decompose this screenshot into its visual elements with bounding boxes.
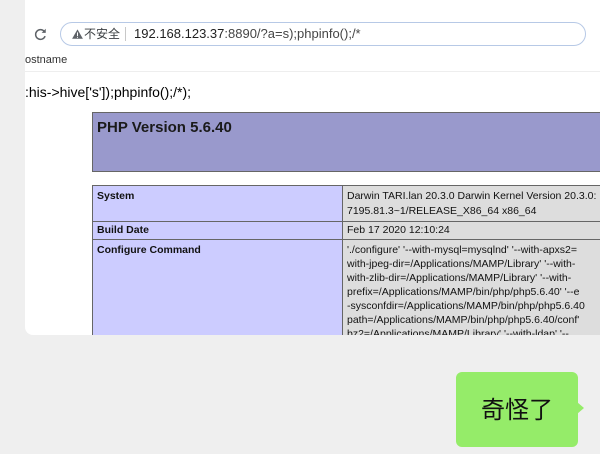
bookmark-item[interactable]: ostname bbox=[25, 53, 67, 67]
value-line: 7195.81.3~1/RELEASE_X86_64 x86_64 bbox=[347, 205, 537, 217]
page-echo-output: :his->hive['s']);phpinfo();/*); bbox=[25, 84, 192, 100]
php-version-title: PHP Version 5.6.40 bbox=[97, 119, 232, 136]
value-line: './configure' '--with-mysql=mysqlnd' '--… bbox=[347, 244, 578, 256]
value-line: Darwin TARI.lan 20.3.0 Darwin Kernel Ver… bbox=[347, 190, 597, 202]
row-label: Configure Command bbox=[93, 240, 343, 335]
value-line: prefix=/Applications/MAMP/bin/php/php5.6… bbox=[347, 286, 580, 298]
value-line: bz2=/Applications/MAMP/Library' '--with-… bbox=[347, 328, 569, 335]
toolbar-divider bbox=[25, 71, 600, 72]
value-line: -sysconfdir=/Applications/MAMP/bin/php/p… bbox=[347, 300, 585, 312]
value-line: path=/Applications/MAMP/bin/php/php5.6.4… bbox=[347, 314, 580, 326]
security-status-label[interactable]: 不安全 bbox=[84, 27, 120, 41]
chat-message-text: 奇怪了 bbox=[481, 395, 553, 424]
php-version-header: PHP Version 5.6.40 bbox=[92, 112, 600, 172]
shared-browser-screenshot[interactable]: 不安全 192.168.123.37:8890/?a=s);phpinfo();… bbox=[25, 0, 600, 335]
row-label: System bbox=[93, 186, 343, 222]
table-row-configure-command: Configure Command './configure' '--with-… bbox=[93, 240, 600, 335]
value-line: with-zlib-dir=/Applications/MAMP/Library… bbox=[347, 272, 572, 284]
row-value: './configure' '--with-mysql=mysqlnd' '--… bbox=[343, 240, 600, 335]
row-label: Build Date bbox=[93, 222, 343, 240]
warning-triangle-icon[interactable] bbox=[72, 29, 83, 39]
address-bar[interactable]: 不安全 192.168.123.37:8890/?a=s);phpinfo();… bbox=[60, 22, 586, 46]
chat-message-bubble[interactable]: 奇怪了 bbox=[456, 372, 584, 447]
value-line: with-jpeg-dir=/Applications/MAMP/Library… bbox=[347, 258, 576, 270]
phpinfo-table: System Darwin TARI.lan 20.3.0 Darwin Ker… bbox=[92, 185, 600, 335]
reload-icon[interactable] bbox=[33, 26, 48, 42]
url-path[interactable]: :8890/?a=s);phpinfo();/* bbox=[224, 26, 360, 41]
table-row-build-date: Build Date Feb 17 2020 12:10:24 bbox=[93, 222, 600, 240]
row-value: Darwin TARI.lan 20.3.0 Darwin Kernel Ver… bbox=[343, 186, 600, 222]
table-row-system: System Darwin TARI.lan 20.3.0 Darwin Ker… bbox=[93, 186, 600, 222]
url-text[interactable]: 192.168.123.37:8890/?a=s);phpinfo();/* bbox=[134, 26, 361, 42]
address-separator bbox=[125, 27, 127, 41]
value-line: Feb 17 2020 12:10:24 bbox=[347, 224, 450, 236]
row-value: Feb 17 2020 12:10:24 bbox=[343, 222, 600, 240]
url-host[interactable]: 192.168.123.37 bbox=[134, 26, 224, 41]
